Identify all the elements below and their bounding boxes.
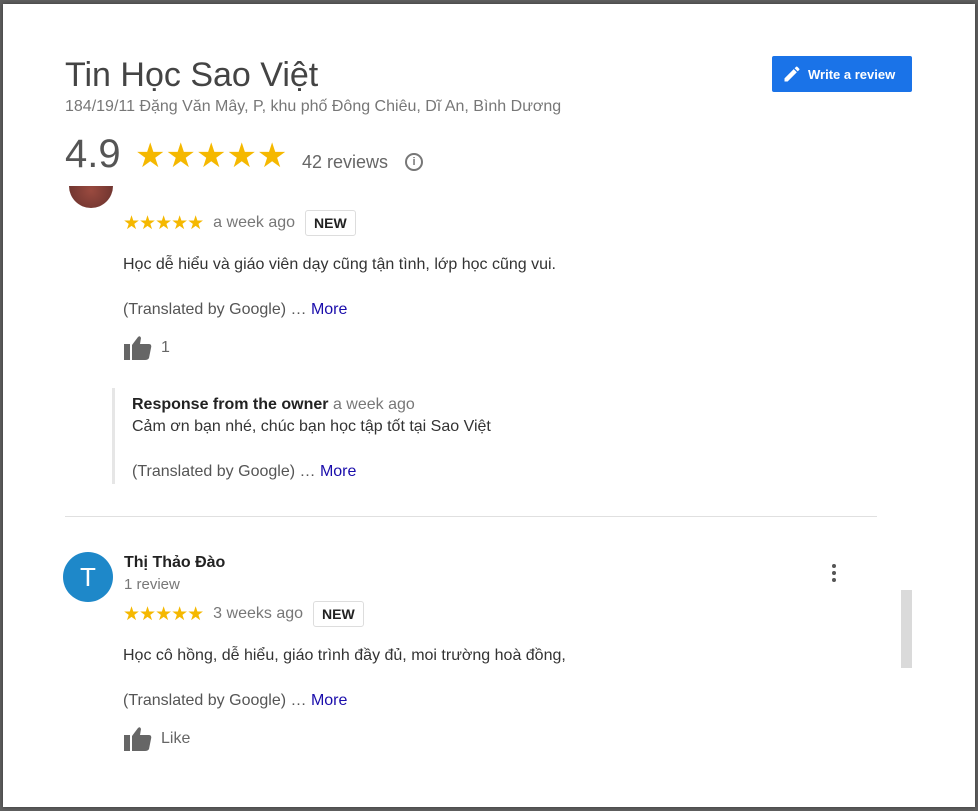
thumbs-up-icon bbox=[124, 727, 152, 751]
translated-label: (Translated by Google) … bbox=[123, 692, 307, 709]
owner-more-link[interactable]: More bbox=[320, 463, 356, 480]
reviews-list[interactable]: ★★★★★ a week ago NEW Học dễ hiểu và giáo… bbox=[3, 186, 975, 807]
avatar[interactable] bbox=[69, 186, 113, 208]
write-review-label: Write a review bbox=[808, 66, 896, 82]
new-badge: NEW bbox=[313, 601, 364, 627]
review-divider bbox=[65, 516, 877, 517]
like-label: Like bbox=[161, 730, 191, 747]
pencil-icon bbox=[784, 66, 800, 82]
owner-response-text: Cảm ơn bạn nhé, chúc bạn học tập tốt tại… bbox=[132, 418, 491, 435]
reviews-count[interactable]: 42 reviews bbox=[302, 152, 388, 173]
review-time: 3 weeks ago bbox=[213, 605, 304, 622]
owner-response-time: a week ago bbox=[332, 396, 415, 413]
review-meta: ★★★★★ a week ago NEW bbox=[123, 210, 356, 236]
review-text: Học cô hồng, dễ hiểu, giáo trình đầy đủ,… bbox=[123, 647, 566, 664]
reviewer-name[interactable]: Thị Thảo Đào bbox=[124, 554, 225, 572]
like-button[interactable]: Like bbox=[123, 725, 190, 753]
place-address: 184/19/11 Đặng Văn Mây, P, khu phố Đông … bbox=[65, 98, 562, 115]
more-options-icon[interactable] bbox=[829, 562, 839, 584]
review-time: a week ago bbox=[213, 214, 296, 231]
write-review-button[interactable]: Write a review bbox=[772, 56, 912, 92]
review-text: Học dễ hiểu và giáo viên dạy cũng tận tì… bbox=[123, 256, 556, 273]
avatar[interactable]: T bbox=[63, 552, 113, 602]
new-badge: NEW bbox=[305, 210, 356, 236]
reviewer-review-count: 1 review bbox=[124, 576, 180, 593]
like-count: 1 bbox=[161, 339, 170, 356]
like-button[interactable]: 1 bbox=[123, 334, 170, 362]
place-title: Tin Học Sao Việt bbox=[65, 56, 319, 94]
owner-translated-note: (Translated by Google) … More bbox=[132, 463, 356, 481]
scrollbar[interactable] bbox=[901, 590, 912, 668]
owner-response-label: Response from the owner bbox=[132, 396, 329, 413]
more-link[interactable]: More bbox=[311, 301, 347, 318]
translated-label: (Translated by Google) … bbox=[123, 301, 307, 318]
rating-stars: ★★★★★ bbox=[135, 137, 288, 175]
owner-response: Response from the owner a week ago Cảm ơ… bbox=[112, 388, 815, 484]
translated-note: (Translated by Google) … More bbox=[123, 692, 347, 710]
more-link[interactable]: More bbox=[311, 692, 347, 709]
translated-note: (Translated by Google) … More bbox=[123, 301, 347, 319]
rating-value: 4.9 bbox=[65, 132, 121, 176]
review-meta: ★★★★★ 3 weeks ago NEW bbox=[123, 601, 364, 627]
review-stars: ★★★★★ bbox=[123, 212, 204, 234]
review-stars: ★★★★★ bbox=[123, 603, 204, 625]
info-icon[interactable]: i bbox=[405, 153, 423, 171]
owner-response-title: Response from the owner a week ago bbox=[132, 396, 415, 414]
reviews-dialog: Tin Học Sao Việt 184/19/11 Đặng Văn Mây,… bbox=[3, 4, 975, 807]
thumbs-up-icon bbox=[124, 336, 152, 360]
owner-translated-label: (Translated by Google) … bbox=[132, 463, 316, 480]
